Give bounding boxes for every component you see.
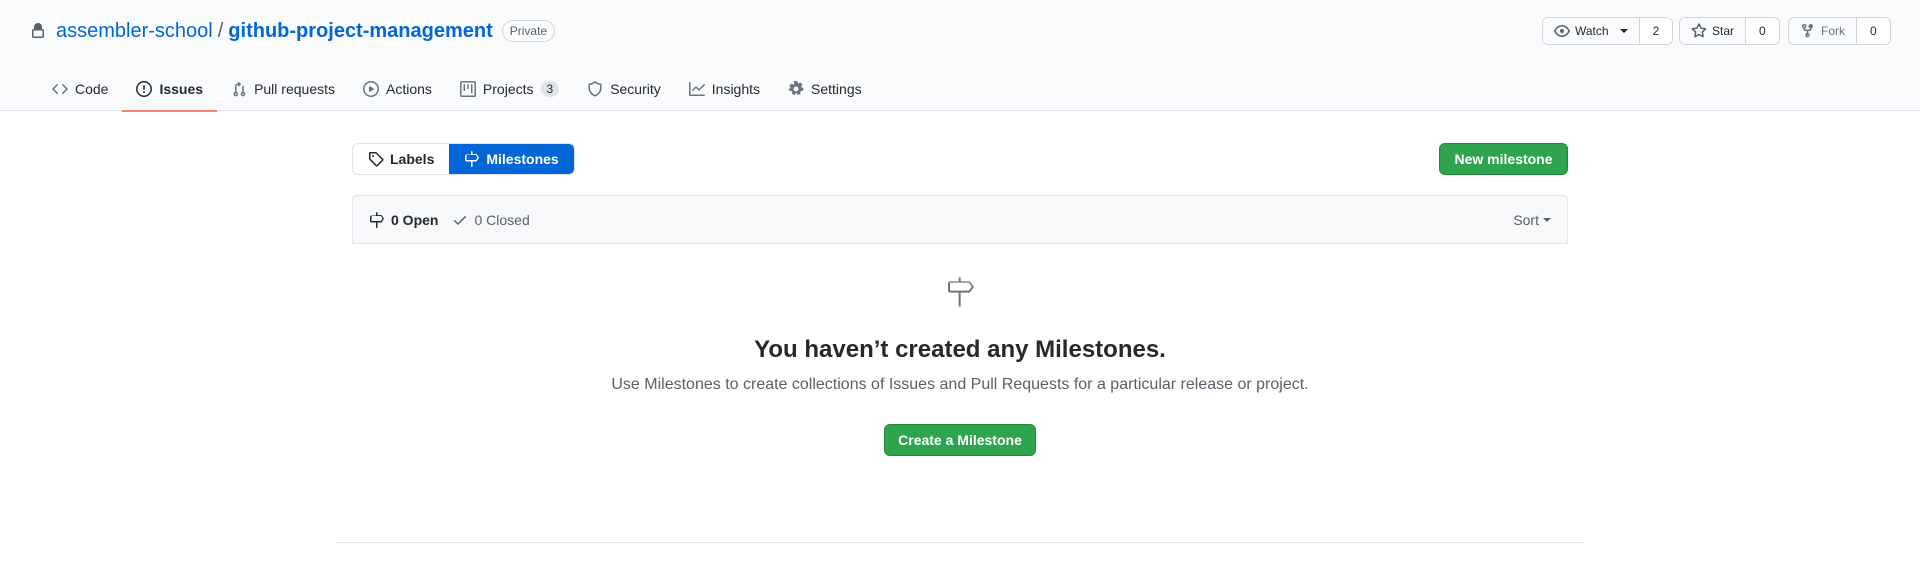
- tab-security[interactable]: Security: [573, 66, 675, 111]
- milestones-tab[interactable]: Milestones: [449, 144, 574, 174]
- tab-projects[interactable]: Projects 3: [446, 66, 573, 111]
- repo-title: assembler-school / github-project-manage…: [30, 18, 556, 44]
- git-pull-request-icon: [233, 81, 246, 96]
- fork-count[interactable]: 0: [1857, 18, 1890, 44]
- open-milestones-filter[interactable]: 0 Open: [369, 211, 439, 228]
- tab-label: Security: [610, 80, 661, 97]
- graph-icon: [688, 81, 705, 96]
- repo-name-link[interactable]: github-project-management: [228, 20, 492, 43]
- code-icon: [52, 83, 68, 94]
- new-milestone-button[interactable]: New milestone: [1439, 143, 1568, 175]
- tab-insights[interactable]: Insights: [675, 66, 774, 111]
- footer-divider: [336, 542, 1584, 543]
- empty-state-description: Use Milestones to create collections of …: [611, 376, 1309, 393]
- projects-counter: 3: [540, 80, 560, 97]
- private-badge: Private: [501, 20, 556, 42]
- create-milestone-button[interactable]: Create a Milestone: [884, 424, 1036, 456]
- check-icon: [454, 215, 467, 225]
- repo-forked-icon: [1802, 23, 1813, 38]
- fork-button[interactable]: Fork: [1789, 18, 1857, 44]
- milestone-icon: [948, 277, 974, 307]
- star-count[interactable]: 0: [1746, 18, 1779, 44]
- tab-label: Code: [75, 80, 109, 97]
- labels-tab-label: Labels: [390, 151, 435, 167]
- milestone-icon: [465, 151, 480, 167]
- gear-icon: [788, 80, 804, 95]
- sort-label: Sort: [1513, 211, 1539, 228]
- lock-icon: [30, 23, 46, 39]
- watch-button[interactable]: Watch: [1543, 18, 1640, 44]
- watch-label: Watch: [1575, 24, 1609, 38]
- repo-owner-link[interactable]: assembler-school: [56, 20, 213, 43]
- issue-opened-icon: [136, 80, 153, 97]
- watch-count[interactable]: 2: [1639, 18, 1673, 44]
- chevron-down-icon: [1543, 217, 1551, 222]
- tab-label: Actions: [386, 80, 432, 97]
- project-icon: [459, 80, 476, 97]
- tab-label: Settings: [811, 80, 862, 97]
- play-icon: [363, 80, 379, 97]
- fork-label: Fork: [1821, 24, 1845, 38]
- tab-label: Pull requests: [254, 80, 335, 97]
- empty-state-title: You haven’t created any Milestones.: [754, 336, 1166, 363]
- tab-pull-requests[interactable]: Pull requests: [217, 66, 349, 111]
- closed-count-label: 0 Closed: [474, 211, 530, 228]
- tab-issues[interactable]: Issues: [122, 66, 217, 112]
- open-count-label: 0 Open: [391, 211, 439, 228]
- repo-header: assembler-school / github-project-manage…: [0, 0, 1920, 112]
- watch-action: Watch 2: [1542, 17, 1674, 45]
- repo-separator: /: [217, 19, 224, 42]
- star-icon: [1691, 23, 1707, 38]
- tag-icon: [369, 152, 384, 167]
- star-button[interactable]: Star: [1680, 18, 1747, 44]
- tab-actions[interactable]: Actions: [349, 66, 446, 111]
- eye-icon: [1554, 25, 1570, 37]
- milestones-list-header: 0 Open 0 Closed Sort: [352, 195, 1568, 244]
- tab-code[interactable]: Code: [38, 66, 122, 111]
- milestone-icon: [370, 211, 384, 228]
- shield-icon: [588, 80, 602, 97]
- tab-label: Projects: [482, 80, 534, 97]
- star-label: Star: [1712, 24, 1735, 38]
- labels-milestones-subnav: Labels Milestones: [352, 143, 575, 175]
- sort-dropdown[interactable]: Sort: [1513, 212, 1551, 228]
- milestones-tab-label: Milestones: [486, 151, 559, 167]
- fork-action: Fork 0: [1788, 17, 1891, 45]
- repo-tabs: Code Issues Pull requests Actions Projec…: [38, 66, 876, 112]
- labels-tab[interactable]: Labels: [353, 144, 449, 174]
- closed-milestones-filter[interactable]: 0 Closed: [452, 211, 530, 228]
- star-action: Star 0: [1679, 17, 1780, 45]
- tab-label: Issues: [159, 80, 204, 97]
- tab-label: Insights: [711, 80, 761, 97]
- chevron-down-icon: [1619, 29, 1628, 33]
- tab-settings[interactable]: Settings: [774, 66, 876, 111]
